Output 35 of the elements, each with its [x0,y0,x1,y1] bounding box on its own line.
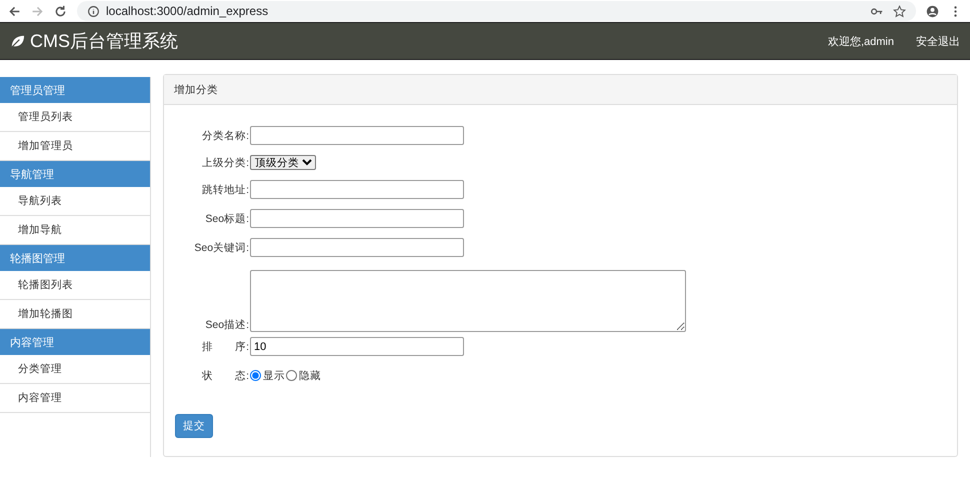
radio-button[interactable] [250,370,261,381]
back-icon[interactable] [8,4,21,18]
description-field[interactable] [250,270,686,332]
radio-option[interactable]: 显示 [250,368,285,382]
sidebar-section-title[interactable]: 管理员管理 [0,77,150,103]
sidebar-section-title[interactable]: 导航管理 [0,161,150,187]
text-field[interactable] [250,126,464,145]
sidebar-section-title[interactable]: 内容管理 [0,329,150,355]
field-label: 分类名称: [201,128,249,142]
text-field[interactable]: 10 [250,337,464,356]
field-label: Seo关键词: [193,240,249,254]
panel-title: 增加分类 [164,75,957,105]
field-label: 跳转地址: [201,182,249,196]
address-bar-url[interactable]: localhost:3000/admin_express [106,4,268,18]
submit-button[interactable]: 提交 [175,414,213,438]
account-icon[interactable] [926,4,939,18]
text-field[interactable] [250,238,464,257]
field-label: Seo描述: [204,318,249,332]
sidebar-section-title[interactable]: 轮播图管理 [0,245,150,271]
info-icon[interactable] [87,4,100,18]
welcome-text: 欢迎您,admin [828,34,894,48]
field-label: Seo标题: [204,212,249,226]
field-label: 排 序: [201,340,249,354]
app-title: CMS后台管理系统 [30,30,179,53]
logout-link[interactable]: 安全退出 [916,34,960,48]
star-icon[interactable] [893,4,906,18]
field-label: 状 态: [201,368,249,382]
radio-option[interactable]: 隐藏 [286,368,321,382]
field-label: 上级分类: [201,156,249,170]
leaf-icon [10,34,25,48]
parent-category-select[interactable]: 顶级分类 [250,155,316,170]
text-field[interactable] [250,180,464,199]
text-field[interactable] [250,209,464,228]
reload-icon[interactable] [54,4,67,18]
radio-button[interactable] [286,370,297,381]
